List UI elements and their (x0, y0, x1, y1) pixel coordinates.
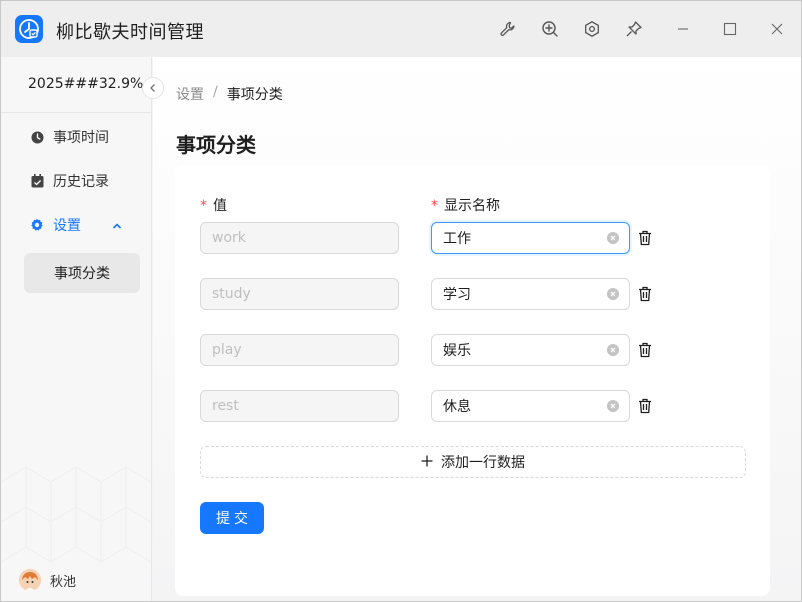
sidebar: 2025###32.9% 事项时间 历史记录 设置 事项分类 秋池 (1, 57, 152, 601)
main-content: 设置 / 事项分类 事项分类 *值 *显示名称 work 工作 study (153, 57, 801, 601)
app-window: 柳比歇夫时间管理 2025###32.9% 事项时间 历史记录 设置 事项分类 … (0, 0, 802, 602)
sidebar-item-history[interactable]: 历史记录 (1, 161, 152, 201)
name-input-text: 学习 (443, 287, 471, 303)
name-input[interactable]: 娱乐 (431, 334, 630, 366)
breadcrumb-parent[interactable]: 设置 (176, 84, 204, 104)
user-profile[interactable]: 秋池 (19, 569, 76, 591)
add-row-label: 添加一行数据 (441, 455, 525, 471)
clear-icon[interactable] (607, 400, 619, 412)
wrench-icon[interactable] (496, 17, 520, 41)
sidebar-item-task-time[interactable]: 事项时间 (1, 117, 152, 157)
clock-icon (30, 130, 44, 144)
calendar-icon (30, 174, 44, 188)
value-column-label: * 值 (200, 195, 227, 215)
chevron-up-icon (112, 219, 122, 235)
close-icon[interactable] (765, 17, 789, 41)
app-logo-icon (15, 15, 43, 43)
value-input: study (200, 278, 399, 310)
breadcrumb: 设置 / 事项分类 (176, 84, 283, 104)
delete-row-icon[interactable] (638, 286, 652, 302)
breadcrumb-current: 事项分类 (226, 87, 283, 103)
minimize-icon[interactable] (671, 17, 695, 41)
sidebar-collapse-button[interactable] (142, 77, 164, 99)
plus-icon (421, 453, 433, 471)
pin-icon[interactable] (622, 17, 646, 41)
required-mark: * (431, 198, 438, 214)
sidebar-header: 2025###32.9% (1, 57, 152, 113)
name-input-text: 工作 (443, 231, 471, 247)
sidebar-item-label: 事项时间 (53, 130, 109, 146)
page-title: 事项分类 (176, 133, 256, 157)
gear-icon (30, 218, 44, 232)
sidebar-header-text: 2025###32.9% (28, 76, 144, 92)
name-input[interactable]: 学习 (431, 278, 630, 310)
maximize-icon[interactable] (718, 17, 742, 41)
settings-hex-icon[interactable] (580, 17, 604, 41)
name-input[interactable]: 休息 (431, 390, 630, 422)
app-title: 柳比歇夫时间管理 (56, 22, 204, 43)
sidebar-item-label: 设置 (53, 218, 81, 234)
sidebar-subitem-task-category[interactable]: 事项分类 (24, 253, 140, 293)
value-column-label-text: 值 (213, 198, 227, 214)
clear-icon[interactable] (607, 344, 619, 356)
sidebar-item-settings[interactable]: 设置 (1, 205, 152, 245)
clear-icon[interactable] (607, 232, 619, 244)
name-column-label-text: 显示名称 (444, 198, 500, 214)
delete-row-icon[interactable] (638, 398, 652, 414)
user-name: 秋池 (50, 574, 77, 590)
delete-row-icon[interactable] (638, 230, 652, 246)
required-mark: * (200, 198, 207, 214)
name-column-label: * 显示名称 (431, 195, 500, 215)
zoom-in-icon[interactable] (538, 17, 562, 41)
breadcrumb-separator: / (213, 84, 218, 100)
form-card: * 值 * 显示名称 work 工作 study 学习 play 娱乐 rest… (175, 166, 770, 596)
value-input: work (200, 222, 399, 254)
avatar (19, 569, 41, 591)
delete-row-icon[interactable] (638, 342, 652, 358)
clear-icon[interactable] (607, 288, 619, 300)
chevron-left-icon (150, 84, 155, 92)
name-input[interactable]: 工作 (431, 222, 630, 254)
value-input: play (200, 334, 399, 366)
submit-button[interactable]: 提交 (200, 502, 264, 534)
name-input-text: 娱乐 (443, 343, 471, 359)
add-row-button[interactable]: 添加一行数据 (200, 446, 746, 478)
sidebar-item-label: 历史记录 (53, 174, 109, 190)
value-input: rest (200, 390, 399, 422)
title-bar: 柳比歇夫时间管理 (1, 1, 801, 57)
name-input-text: 休息 (443, 399, 471, 415)
